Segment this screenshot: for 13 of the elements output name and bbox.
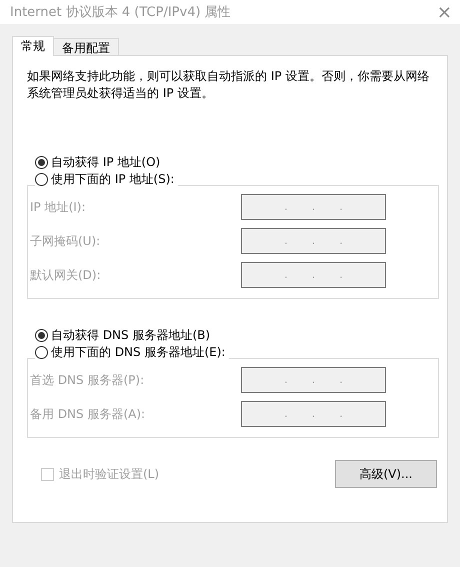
window-title: Internet 协议版本 4 (TCP/IPv4) 属性 <box>10 4 231 21</box>
tab[interactable]: 备用配置 <box>53 38 119 56</box>
description-text: 如果网络支持此功能，则可以获取自动指派的 IP 设置。否则，你需要从网络系统管理员处获得适当的 IP 设置。 <box>27 68 430 102</box>
field-label: IP 地址(I): <box>29 198 86 216</box>
field-label: 默认网关(D): <box>29 266 101 284</box>
advanced-button[interactable]: 高级(V)... <box>335 460 437 488</box>
field-label: 子网掩码(U): <box>29 232 100 250</box>
field-label: 首选 DNS 服务器(P): <box>29 372 144 388</box>
close-icon[interactable]: × <box>436 2 452 22</box>
field-label: 备用 DNS 服务器(A): <box>29 406 146 422</box>
radio-button[interactable]: 使用下面的 IP 地址(S): <box>35 171 178 188</box>
radio-button[interactable]: 使用下面的 DNS 服务器地址(E): <box>35 344 230 361</box>
tab[interactable]: 常规 <box>12 36 54 56</box>
